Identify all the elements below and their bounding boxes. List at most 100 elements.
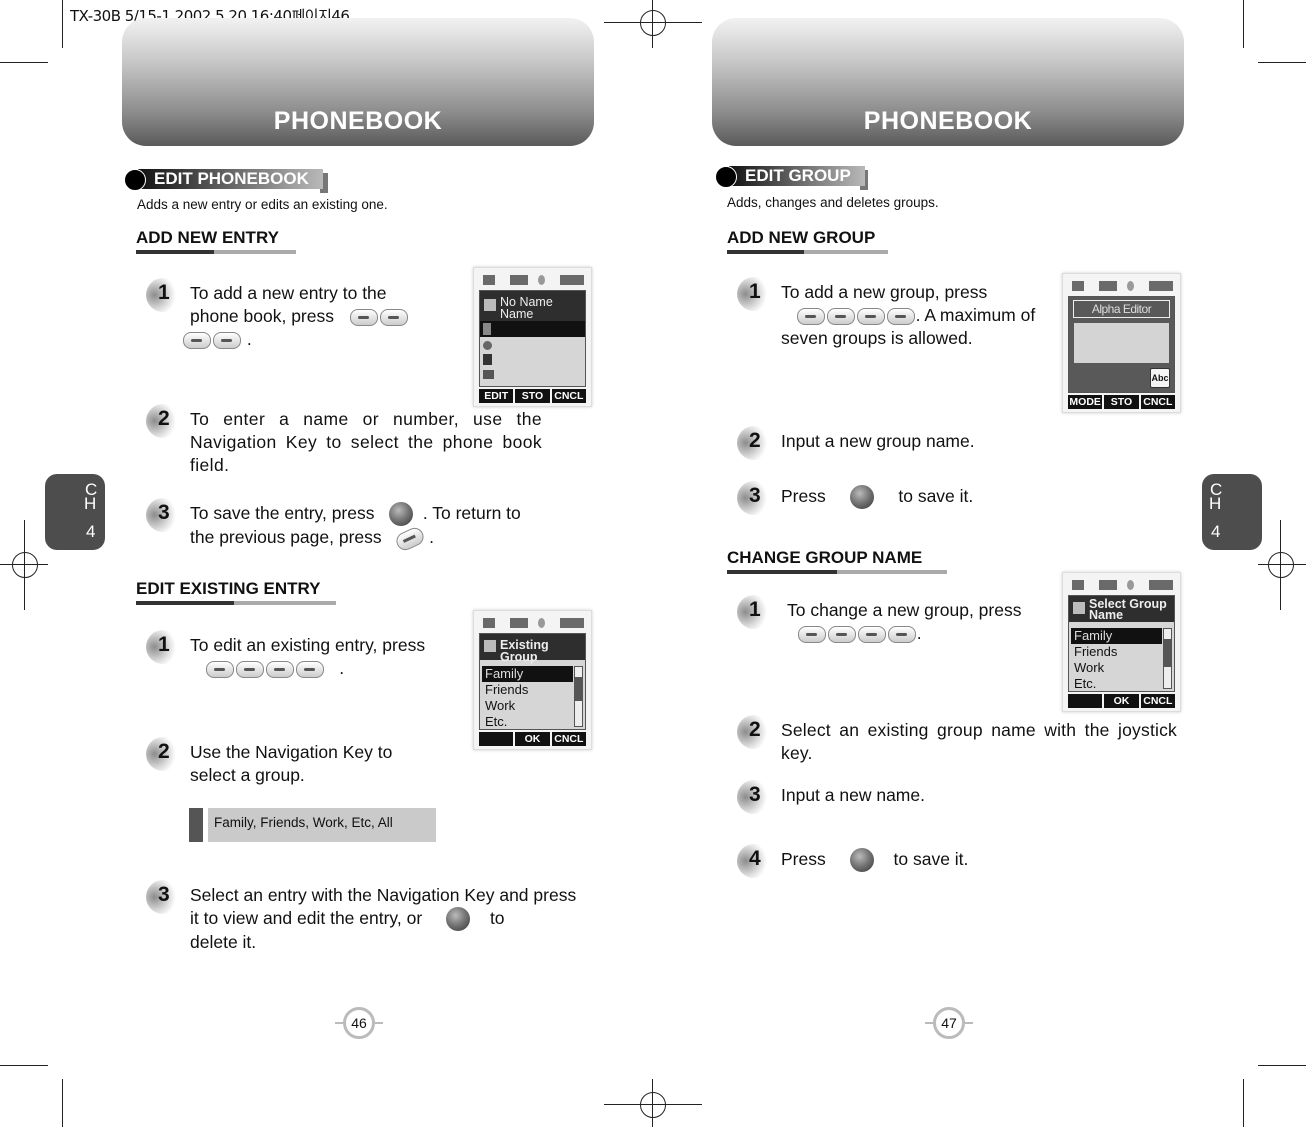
step-text: Press to save it. bbox=[781, 485, 973, 510]
key-2-icon bbox=[887, 625, 916, 643]
registration-line bbox=[652, 1079, 653, 1127]
step-number-badge: 3 bbox=[146, 880, 180, 914]
section-description: Adds, changes and deletes groups. bbox=[727, 195, 939, 210]
selected-field-row bbox=[480, 321, 585, 337]
scrollbar[interactable] bbox=[1163, 628, 1172, 689]
list-item[interactable]: Work bbox=[1071, 660, 1162, 676]
note-marker bbox=[189, 808, 203, 842]
group-list: Family Friends Work Etc. bbox=[480, 664, 585, 729]
step-2: 2 Input a new group name. bbox=[737, 426, 1067, 466]
menu-key-icon bbox=[205, 660, 234, 678]
softkey-cncl[interactable]: CNCL bbox=[551, 389, 586, 403]
step-1: 1 To add a new entry to the phone book, … bbox=[146, 278, 446, 358]
step-text: To enter a name or number, use the Navig… bbox=[190, 409, 542, 475]
page-number-right: 47 bbox=[925, 1007, 973, 1039]
status-bar-icons bbox=[480, 616, 585, 630]
status-bar-icons bbox=[1069, 578, 1174, 592]
registration-mark-right bbox=[1268, 552, 1294, 578]
step-text: To change a new group, press . bbox=[787, 600, 1022, 643]
crop-mark bbox=[1243, 1079, 1244, 1127]
bullet-icon bbox=[124, 169, 146, 191]
crop-mark bbox=[62, 1079, 63, 1127]
softkey-bar: EDIT STO CNCL bbox=[479, 389, 586, 403]
softkey-blank bbox=[1068, 694, 1103, 708]
ok-button-icon bbox=[389, 502, 414, 527]
input-mode-badge: Abc bbox=[1150, 368, 1170, 388]
softkey-ok[interactable]: OK bbox=[1104, 694, 1139, 708]
key-2-icon bbox=[827, 625, 856, 643]
registration-mark-left bbox=[12, 552, 38, 578]
step-text: To add a new entry to the phone book, pr… bbox=[183, 282, 409, 351]
menu-key-icon bbox=[796, 307, 825, 325]
step-number-badge: 3 bbox=[737, 481, 771, 515]
softkey-bar: OK CNCL bbox=[479, 732, 586, 746]
header-banner-right: PHONEBOOK bbox=[712, 18, 1184, 146]
subheading-change-group-name: CHANGE GROUP NAME bbox=[727, 548, 923, 567]
key-2-icon bbox=[379, 308, 408, 326]
step-1: 1 To add a new group, press . A maximum … bbox=[737, 277, 1067, 357]
text-input-area[interactable] bbox=[1074, 323, 1169, 363]
step-number-badge: 2 bbox=[737, 426, 771, 460]
group-field-icon bbox=[483, 370, 494, 379]
bullet-icon bbox=[715, 166, 737, 188]
step-2: 2 Select an existing group name with the… bbox=[737, 715, 1182, 771]
group-list: Family Friends Work Etc. bbox=[1069, 626, 1174, 691]
banner-title: PHONEBOOK bbox=[273, 107, 443, 135]
phone-field-icon bbox=[483, 341, 492, 350]
section-title: EDIT PHONEBOOK bbox=[138, 169, 323, 189]
step-text: Select an existing group name with the j… bbox=[781, 720, 1177, 763]
step-4: 4 Press to save it. bbox=[737, 844, 1067, 884]
step-number-badge: 2 bbox=[737, 715, 771, 749]
key-2-icon bbox=[235, 660, 264, 678]
key-2-icon bbox=[826, 307, 855, 325]
softkey-sto[interactable]: STO bbox=[515, 389, 550, 403]
softkey-bar: OK CNCL bbox=[1068, 694, 1175, 708]
step-number-badge: 2 bbox=[146, 737, 180, 771]
screen-title: Existing Group bbox=[480, 634, 585, 663]
step-3: 3 To save the entry, press . To return t… bbox=[146, 498, 546, 554]
list-item[interactable]: Work bbox=[482, 698, 573, 714]
step-1: 1 To edit an existing entry, press . bbox=[146, 630, 466, 690]
step-number-badge: 4 bbox=[737, 844, 771, 878]
list-item[interactable]: Friends bbox=[1071, 644, 1162, 660]
list-item[interactable]: Family bbox=[482, 666, 573, 682]
crop-mark bbox=[1258, 1065, 1306, 1066]
softkey-edit[interactable]: EDIT bbox=[479, 389, 514, 403]
key-3-icon bbox=[856, 307, 885, 325]
step-number-badge: 1 bbox=[146, 630, 180, 664]
softkey-cncl[interactable]: CNCL bbox=[1140, 395, 1175, 409]
list-item[interactable]: Friends bbox=[482, 682, 573, 698]
registration-mark-top bbox=[640, 10, 666, 36]
list-item[interactable]: Etc. bbox=[482, 714, 573, 730]
softkey-cncl[interactable]: CNCL bbox=[551, 732, 586, 746]
registration-line bbox=[24, 520, 25, 610]
ok-button-icon bbox=[850, 485, 875, 510]
step-text: To add a new group, press . A maximum of… bbox=[781, 282, 1036, 348]
scrollbar[interactable] bbox=[574, 666, 583, 727]
step-number-badge: 2 bbox=[146, 404, 180, 438]
chapter-tab-right: C H 4 bbox=[1202, 474, 1262, 550]
softkey-cncl[interactable]: CNCL bbox=[1140, 694, 1175, 708]
list-item[interactable]: Family bbox=[1071, 628, 1162, 644]
mobile-field-icon bbox=[483, 354, 492, 365]
step-1: 1 To change a new group, press . bbox=[737, 595, 1067, 655]
step-number-badge: 3 bbox=[737, 780, 771, 814]
step-number-badge: 3 bbox=[146, 498, 180, 532]
subheading-add-new-entry: ADD NEW ENTRY bbox=[136, 228, 279, 247]
softkey-mode[interactable]: MODE bbox=[1068, 395, 1103, 409]
name-field-icon bbox=[483, 323, 491, 335]
step-number-badge: 1 bbox=[737, 595, 771, 629]
back-key-icon bbox=[393, 524, 427, 553]
softkey-blank bbox=[479, 732, 514, 746]
registration-line bbox=[1280, 520, 1281, 610]
step-number-badge: 1 bbox=[737, 277, 771, 311]
step-text: Press to save it. bbox=[781, 848, 968, 873]
list-item[interactable]: Etc. bbox=[1071, 676, 1162, 692]
softkey-bar: MODE STO CNCL bbox=[1068, 395, 1175, 409]
step-text: Use the Navigation Key to select a group… bbox=[190, 742, 393, 785]
key-2-icon bbox=[183, 331, 211, 349]
section-title: EDIT GROUP bbox=[729, 166, 865, 186]
softkey-sto[interactable]: STO bbox=[1104, 395, 1139, 409]
crop-mark bbox=[0, 1065, 48, 1066]
softkey-ok[interactable]: OK bbox=[515, 732, 550, 746]
